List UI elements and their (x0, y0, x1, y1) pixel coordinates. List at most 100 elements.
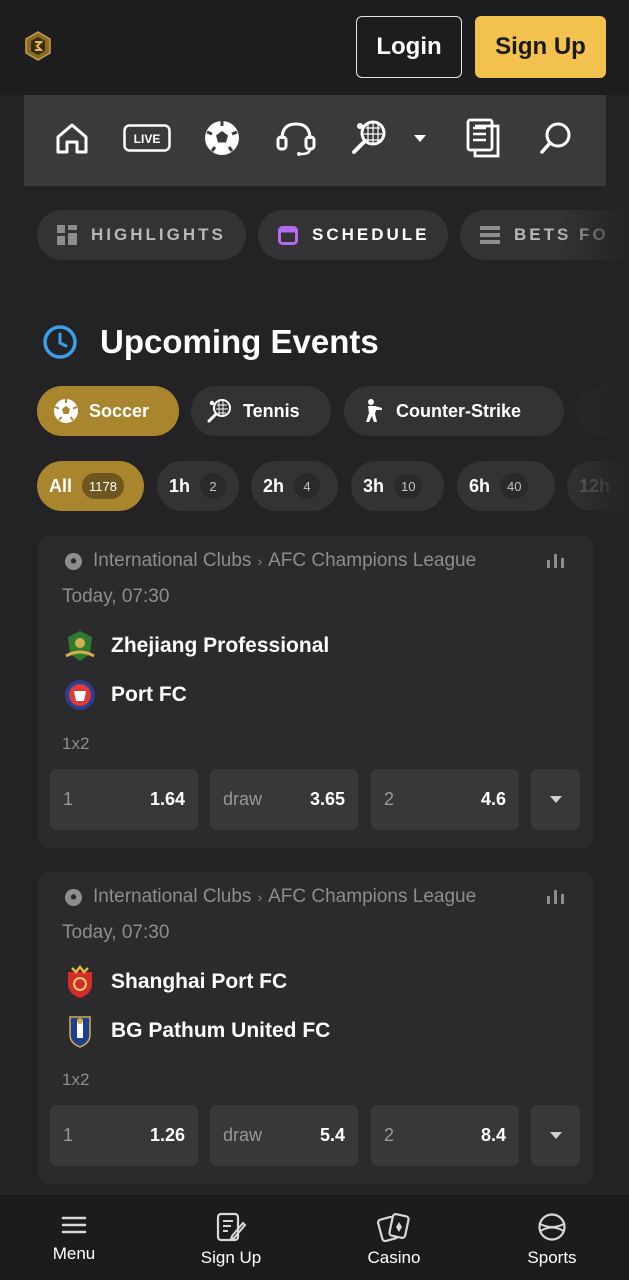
time-filter-2h[interactable]: 2h 4 (251, 461, 338, 511)
live-icon[interactable]: LIVE (123, 115, 171, 161)
soccer-ball-icon[interactable] (202, 115, 242, 161)
ball-icon (538, 1213, 566, 1241)
sport-soccer[interactable]: Soccer (37, 386, 179, 436)
event-league: International Clubs › AFC Champions Leag… (64, 884, 564, 910)
odds-value: 1.26 (149, 1125, 185, 1145)
app-root: Login Sign Up LIVE HIGHLIGHTS SCHEDULE B… (0, 0, 629, 1280)
time-filter-all[interactable]: All 1178 (37, 461, 144, 511)
bottom-nav-label: Sign Up (200, 1248, 262, 1267)
odds-button-draw[interactable]: draw 5.4 (210, 1105, 358, 1166)
time-filter-row: All 1178 1h 2 2h 4 3h 10 6h 40 12h (0, 461, 629, 511)
market-name: 1x2 (62, 734, 90, 753)
odds-label: draw (223, 789, 263, 809)
team-crest-icon (69, 1016, 91, 1048)
scroll-fade (559, 386, 629, 436)
team-name: Port FC (111, 683, 187, 706)
soccer-ball-icon (64, 552, 83, 570)
odds-button-away[interactable]: 2 4.6 (371, 769, 519, 830)
tennis-racket-icon[interactable] (350, 115, 390, 161)
home-icon[interactable] (52, 115, 92, 161)
odds-label: 2 (384, 789, 395, 809)
scroll-fade (559, 461, 629, 511)
tennis-racket-icon (207, 399, 231, 423)
home-team: Shanghai Port FC (62, 964, 288, 999)
bottom-nav-label: Sports (527, 1248, 577, 1267)
sport-label: Counter-Strike (396, 400, 522, 421)
gold-shield-logo-icon[interactable] (22, 30, 54, 62)
bottom-nav-label: Menu (52, 1244, 96, 1263)
away-team: Port FC (62, 678, 187, 712)
soldier-icon (366, 399, 382, 422)
headset-icon[interactable] (274, 115, 318, 161)
more-markets-button[interactable] (531, 769, 580, 830)
hamburger-icon (61, 1216, 87, 1234)
sport-tennis[interactable]: Tennis (191, 386, 331, 436)
more-markets-button[interactable] (531, 1105, 580, 1166)
odds-label: 2 (384, 1125, 395, 1145)
time-filter-label: All (49, 475, 73, 496)
search-icon[interactable] (536, 115, 576, 161)
time-filter-1h[interactable]: 1h 2 (157, 461, 239, 511)
filter-schedule[interactable]: SCHEDULE (258, 210, 448, 260)
odds-button-home[interactable]: 1 1.64 (50, 769, 198, 830)
bottom-nav-sports[interactable]: Sports (492, 1195, 612, 1280)
team-name: Shanghai Port FC (111, 970, 288, 993)
view-filter-row: HIGHLIGHTS SCHEDULE BETS FO (0, 210, 629, 260)
bottom-nav-casino[interactable]: Casino (334, 1195, 454, 1280)
soccer-ball-icon (54, 399, 78, 423)
odds-button-home[interactable]: 1 1.26 (50, 1105, 198, 1166)
event-league-name: AFC Champions League (268, 886, 477, 907)
chevron-down-icon[interactable] (412, 115, 428, 161)
svg-text:LIVE: LIVE (134, 132, 161, 146)
odds-button-draw[interactable]: draw 3.65 (210, 769, 358, 830)
event-category: International Clubs (93, 886, 252, 907)
team-crest-icon (65, 631, 95, 661)
odds-button-away[interactable]: 2 8.4 (371, 1105, 519, 1166)
sport-nav-bar: LIVE (24, 95, 606, 186)
sport-counter-strike[interactable]: Counter-Strike (344, 386, 564, 436)
away-team: BG Pathum United FC (62, 1014, 330, 1048)
bottom-nav-label: Casino (367, 1248, 421, 1267)
time-filter-label: 2h (263, 475, 285, 496)
filter-highlights[interactable]: HIGHLIGHTS (37, 210, 246, 260)
event-card[interactable]: International Clubs › AFC Champions Leag… (38, 536, 593, 848)
time-filter-3h[interactable]: 3h 10 (351, 461, 444, 511)
stats-icon[interactable] (547, 554, 565, 568)
stats-icon[interactable] (547, 890, 565, 904)
time-filter-count: 4 (294, 473, 321, 499)
time-filter-6h[interactable]: 6h 40 (457, 461, 555, 511)
team-crest-icon (68, 964, 92, 998)
team-name: Zhejiang Professional (111, 634, 330, 657)
chevron-down-icon (549, 1132, 562, 1139)
odds-label: 1 (63, 789, 74, 809)
time-filter-count: 40 (500, 473, 529, 499)
event-league: International Clubs › AFC Champions Leag… (64, 548, 564, 574)
betslip-icon[interactable] (463, 115, 503, 161)
time-filter-count: 10 (394, 473, 423, 499)
grid-icon (57, 225, 77, 245)
odds-label: 1 (63, 1125, 74, 1145)
clock-icon (43, 325, 77, 359)
time-filter-count: 1178 (82, 473, 124, 499)
odds-label: draw (223, 1125, 263, 1145)
bottom-nav-menu[interactable]: Menu (14, 1195, 134, 1280)
bottom-nav-signup[interactable]: Sign Up (171, 1195, 291, 1280)
filter-label: HIGHLIGHTS (91, 225, 226, 244)
sport-label: Soccer (89, 400, 150, 421)
team-name: BG Pathum United FC (111, 1019, 331, 1042)
event-card[interactable]: International Clubs › AFC Champions Leag… (38, 872, 593, 1184)
login-button[interactable]: Login (356, 16, 462, 78)
list-icon (480, 226, 500, 244)
signup-form-icon (216, 1212, 247, 1242)
odds-value: 5.4 (319, 1125, 345, 1145)
team-crest-icon (65, 680, 95, 710)
event-category: International Clubs (93, 550, 252, 571)
sport-label: Tennis (243, 400, 300, 421)
time-filter-label: 1h (169, 475, 191, 496)
separator: › (257, 889, 263, 905)
separator: › (257, 553, 263, 569)
event-league-name: AFC Champions League (268, 550, 477, 571)
page-title: Upcoming Events (100, 323, 379, 360)
calendar-icon (278, 226, 298, 245)
signup-button[interactable]: Sign Up (475, 16, 606, 78)
